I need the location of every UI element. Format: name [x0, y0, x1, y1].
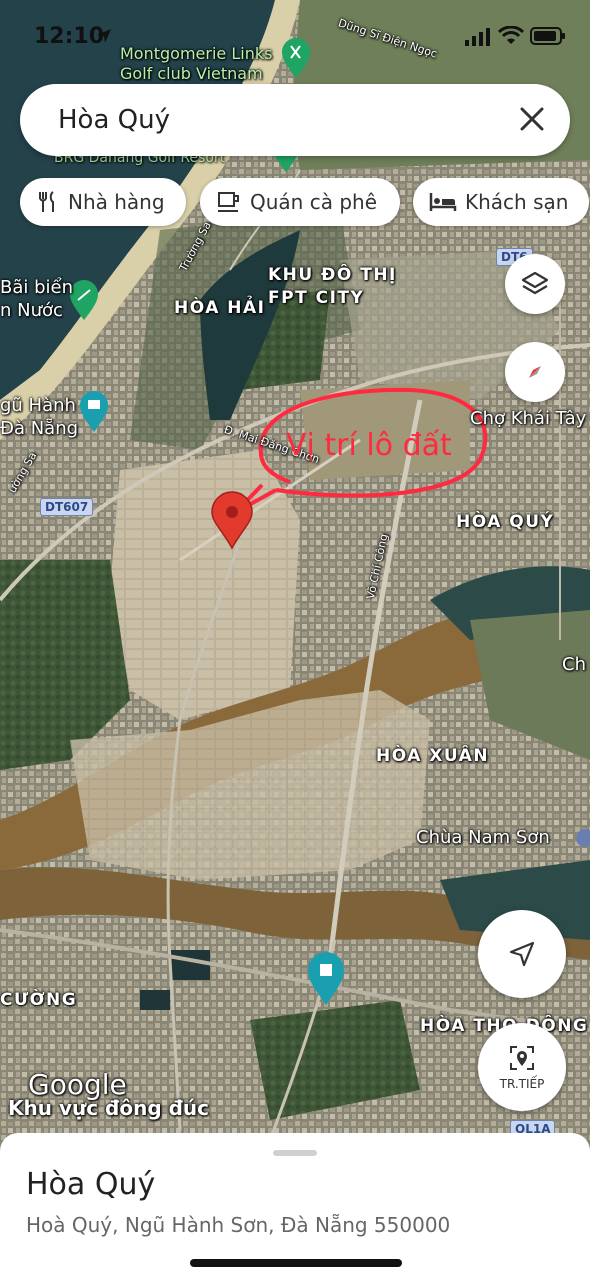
label-ch: Ch	[562, 654, 586, 675]
status-time: 12:10	[34, 24, 105, 49]
my-location-button[interactable]	[478, 910, 566, 998]
label-hoa-xuan: HÒA XUÂN	[376, 746, 490, 766]
home-indicator[interactable]	[190, 1259, 402, 1267]
restaurant-icon	[39, 191, 54, 212]
layers-icon	[521, 271, 549, 295]
chip-label: Khách sạn	[465, 190, 569, 214]
street-view-button[interactable]: TR.TIẾP	[478, 1023, 566, 1111]
compass-icon	[529, 366, 541, 378]
chip-cafes[interactable]: Quán cà phê	[200, 178, 400, 226]
place-bottom-sheet[interactable]: Hòa Quý Hoà Quý, Ngũ Hành Sơn, Đà Nẵng 5…	[0, 1133, 590, 1280]
layers-button[interactable]	[505, 254, 565, 314]
road-shield-dt607: DT607	[40, 498, 94, 516]
street-view-label: TR.TIẾP	[499, 1077, 545, 1091]
sheet-drag-handle[interactable]	[273, 1150, 317, 1156]
chip-restaurants[interactable]: Nhà hàng	[20, 178, 186, 226]
street-view-icon	[510, 1046, 534, 1070]
label-chua-nam-son: Chùa Nam Sơn	[416, 827, 550, 848]
battery-icon	[530, 27, 565, 45]
compass-button[interactable]	[505, 342, 565, 402]
navigation-arrow-icon	[509, 941, 535, 967]
signal-icon	[465, 28, 490, 46]
label-cho-khai-tay: Chợ Khái Tây	[470, 408, 587, 429]
hotel-icon	[429, 193, 457, 211]
chip-label: Nhà hàng	[68, 190, 165, 214]
status-bar: 12:10	[0, 0, 590, 70]
location-arrow-icon	[97, 29, 111, 43]
search-bar[interactable]: Hòa Quý	[20, 84, 570, 156]
place-title: Hòa Quý	[26, 1167, 156, 1202]
close-icon[interactable]	[516, 103, 548, 135]
label-hoa-quy: HÒA QUÝ	[456, 512, 555, 532]
chip-hotels[interactable]: Khách sạn	[413, 178, 589, 226]
coffee-icon	[218, 192, 239, 212]
label-fpt-city: KHU ĐÔ THỊ FPT CITY	[268, 265, 397, 308]
chip-label: Quán cà phê	[250, 190, 377, 214]
label-hoa-hai: HÒA HẢI	[174, 298, 266, 318]
label-cuong: CƯỜNG	[0, 990, 78, 1010]
place-address: Hoà Quý, Ngũ Hành Sơn, Đà Nẵng 550000	[26, 1213, 451, 1237]
wifi-icon	[498, 26, 524, 44]
label-bai-bien: Bãi biển n Nước	[0, 277, 74, 321]
search-query[interactable]: Hòa Quý	[58, 105, 170, 135]
annotation-text: Vị trí lô đất	[286, 428, 452, 463]
label-ngu-hanh: gũ Hành Đà Nẵng	[0, 395, 79, 439]
busy-area-label: Khu vực đông đúc	[8, 1096, 210, 1120]
